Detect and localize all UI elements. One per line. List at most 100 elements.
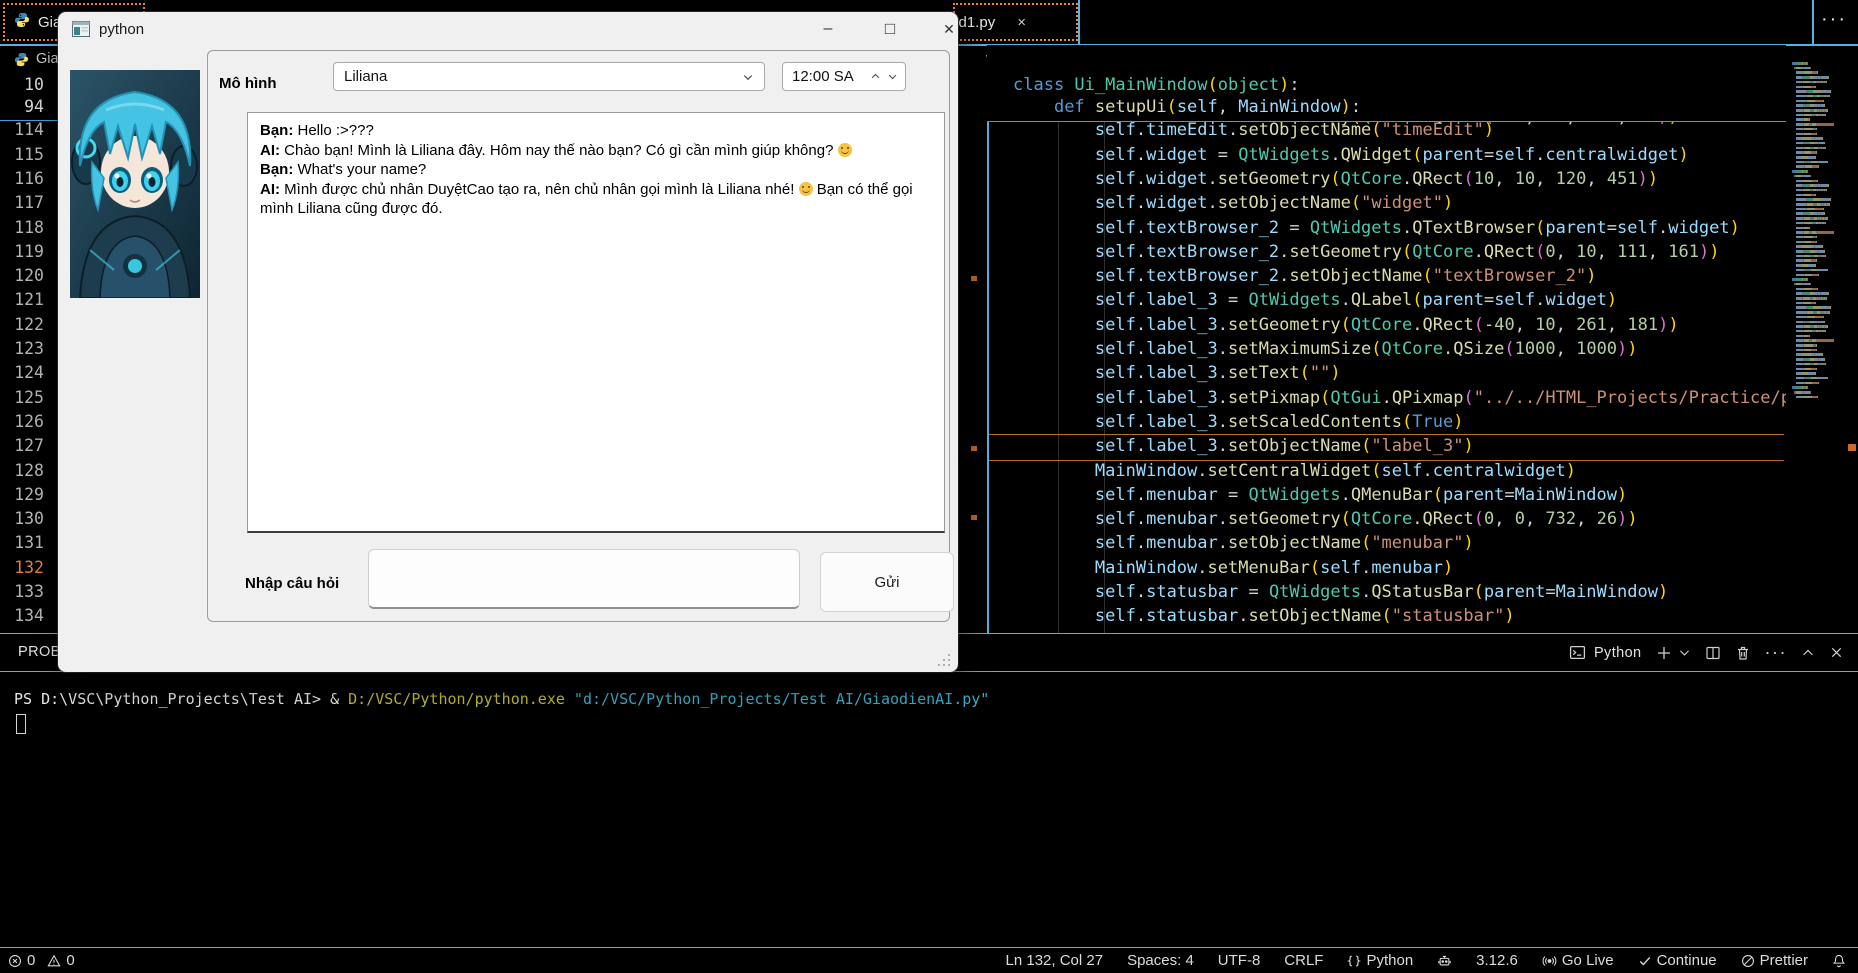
code-line: self.timeEdit.setGeometry(QtCore.QRect(4… — [1013, 121, 1679, 128]
line-number[interactable]: 121 — [14, 288, 44, 312]
line-number[interactable]: 127 — [14, 434, 44, 458]
line-number[interactable]: 10 — [24, 73, 44, 97]
minimap-line — [1792, 306, 1831, 309]
minimap-line — [1792, 198, 1831, 201]
line-number[interactable]: 122 — [14, 313, 44, 337]
chevron-down-icon[interactable] — [1678, 646, 1691, 659]
line-number[interactable]: 130 — [14, 507, 44, 531]
minimap-line — [1792, 203, 1830, 206]
minimap-line — [1792, 241, 1817, 244]
app-window-icon — [72, 21, 90, 37]
minimize-button[interactable]: – — [812, 15, 844, 43]
code-line: self.label_3.setMaximumSize(QtCore.QSize… — [1013, 337, 1638, 361]
minimap-line — [1792, 250, 1825, 253]
line-number[interactable]: 132 — [14, 556, 44, 580]
spin-up-icon[interactable] — [870, 71, 881, 82]
close-icon[interactable] — [1829, 645, 1844, 660]
terminal-area[interactable]: PS D:\VSC\Python_Projects\Test AI> & D:/… — [0, 672, 1858, 947]
line-number[interactable]: 126 — [14, 410, 44, 434]
status-item-cursor-position[interactable]: Ln 132, Col 27 — [1006, 952, 1104, 969]
close-icon[interactable]: × — [1017, 14, 1026, 31]
question-input[interactable] — [368, 549, 800, 609]
window-title-bar[interactable]: python – □ ✕ — [58, 12, 958, 46]
python-app-window[interactable]: python – □ ✕ — [58, 12, 958, 672]
minimap-line — [1792, 76, 1828, 79]
status-item-prettier[interactable]: Prettier — [1741, 952, 1808, 969]
tab-vd1[interactable]: vd1.py × — [953, 3, 1078, 41]
line-number[interactable]: 123 — [14, 337, 44, 361]
time-value: 12:00 SA — [792, 68, 854, 85]
line-number[interactable]: 114 — [14, 118, 44, 142]
trash-icon[interactable] — [1735, 645, 1751, 661]
line-number[interactable]: 94 — [24, 95, 44, 119]
line-number[interactable]: 117 — [14, 191, 44, 215]
code-editor[interactable]: self.timeEdit.setObjectName("timeEdit") … — [987, 45, 1786, 633]
status-item-notifications[interactable] — [1832, 953, 1846, 968]
model-label: Mô hình — [219, 75, 276, 92]
line-number[interactable]: 116 — [14, 167, 44, 191]
minimap[interactable] — [1788, 45, 1846, 633]
line-number[interactable]: 134 — [14, 604, 44, 628]
check-icon — [1638, 954, 1652, 968]
time-edit[interactable]: 12:00 SA — [782, 62, 906, 91]
editor-more-actions-icon[interactable]: ··· — [1821, 8, 1847, 31]
model-combobox[interactable]: Liliana — [333, 62, 765, 91]
left-editor-gutter[interactable]: 1094114115116117118119120121122123124125… — [0, 45, 58, 633]
minimap-line — [1792, 278, 1807, 281]
minimap-line — [1792, 311, 1830, 314]
problems-counter[interactable]: 0 — [8, 952, 35, 969]
terminal-label[interactable]: Python — [1594, 645, 1642, 661]
status-item-copilot[interactable] — [1437, 954, 1452, 968]
new-terminal-icon[interactable] — [1656, 645, 1672, 661]
status-bar: 00 Ln 132, Col 27 Spaces: 4 UTF-8 CRLF Pytho… — [0, 947, 1858, 973]
minimap-line — [1792, 255, 1825, 258]
maximize-button[interactable]: □ — [874, 15, 906, 43]
more-icon[interactable]: ··· — [1765, 642, 1787, 663]
chevron-down-icon[interactable] — [742, 71, 754, 83]
status-item-encoding[interactable]: UTF-8 — [1218, 952, 1261, 969]
overview-ruler-tick — [971, 515, 977, 520]
minimap-line — [1792, 161, 1827, 164]
minimap-line — [1792, 245, 1822, 248]
minimap-line — [1792, 189, 1827, 192]
status-item-eol[interactable]: CRLF — [1284, 952, 1323, 969]
overview-ruler[interactable] — [1846, 45, 1858, 633]
resize-grip[interactable] — [936, 652, 950, 666]
status-item-language-mode[interactable]: Python — [1347, 952, 1413, 969]
line-number[interactable]: 119 — [14, 240, 44, 264]
status-item-python-version[interactable]: 3.12.6 — [1476, 952, 1518, 969]
spin-down-icon[interactable] — [887, 71, 898, 82]
status-item-go-live[interactable]: Go Live — [1542, 952, 1614, 969]
minimap-line — [1792, 227, 1810, 230]
minimap-line — [1792, 147, 1825, 150]
minimap-line — [1792, 297, 1827, 300]
line-number[interactable]: 131 — [14, 531, 44, 555]
split-terminal-icon[interactable] — [1705, 645, 1721, 661]
status-item-indentation[interactable]: Spaces: 4 — [1127, 952, 1194, 969]
sticky-scroll[interactable]: class Ui_MainWindow(object): def setupUi… — [987, 45, 1786, 122]
minimap-line — [1792, 151, 1817, 154]
line-number[interactable]: 125 — [14, 386, 44, 410]
send-button[interactable]: Gửi — [820, 552, 954, 612]
code-line: self.statusbar.setObjectName("statusbar"… — [1013, 604, 1515, 628]
line-number[interactable]: 115 — [14, 143, 44, 167]
line-number[interactable]: 133 — [14, 580, 44, 604]
warning-icon — [47, 954, 61, 968]
code-line: self.label_3.setGeometry(QtCore.QRect(-4… — [1013, 313, 1679, 337]
chevron-up-icon[interactable] — [1801, 646, 1815, 660]
close-button[interactable]: ✕ — [933, 15, 965, 43]
problems-counter[interactable]: 0 — [47, 952, 74, 969]
line-number[interactable]: 129 — [14, 483, 44, 507]
line-number[interactable]: 118 — [14, 216, 44, 240]
line-number[interactable]: 120 — [14, 264, 44, 288]
chat-history[interactable]: Bạn: Hello :>???AI: Chào bạn! Mình là Li… — [247, 112, 945, 533]
line-number[interactable]: 128 — [14, 459, 44, 483]
panel-actions: Python ··· — [1569, 634, 1844, 671]
line-number[interactable]: 124 — [14, 361, 44, 385]
code-line: self.menubar.setObjectName("menubar") — [1013, 531, 1474, 555]
status-item-continue[interactable]: Continue — [1638, 952, 1717, 969]
minimap-line — [1792, 382, 1819, 385]
smiley-emoji-icon — [838, 143, 852, 157]
terminal-cursor — [16, 714, 26, 734]
minimap-line — [1792, 344, 1816, 347]
